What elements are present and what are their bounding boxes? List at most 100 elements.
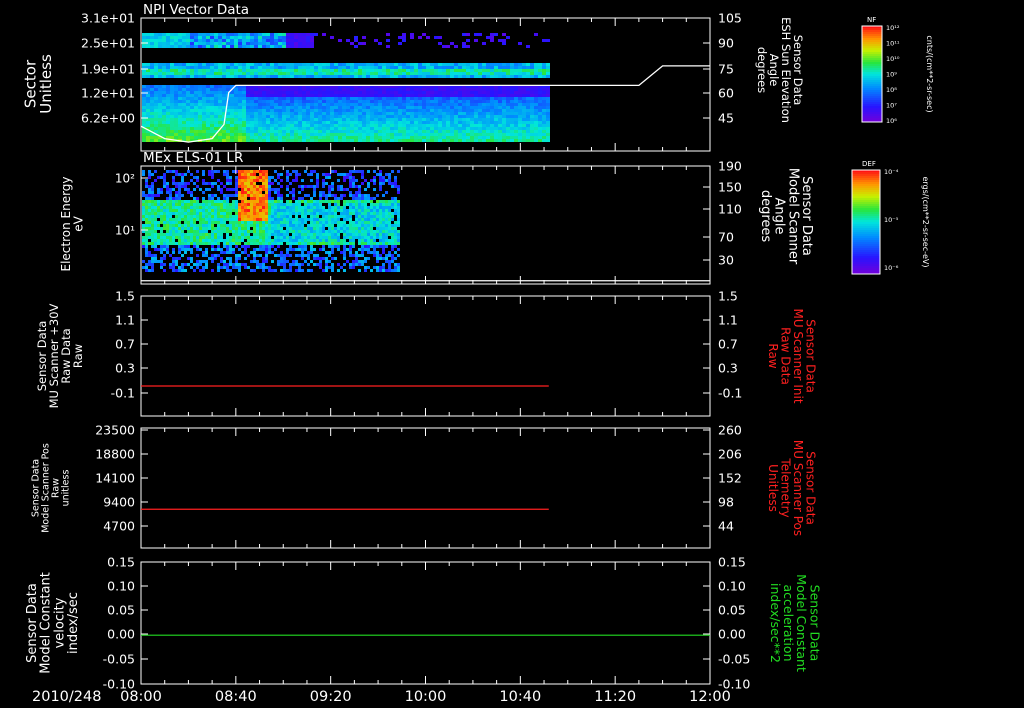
heatmap-cell	[390, 136, 394, 139]
heatmap-cell	[343, 233, 346, 236]
heatmap-cell	[354, 66, 358, 69]
heatmap-cell	[181, 200, 184, 203]
heatmap-cell	[250, 63, 254, 66]
heatmap-cell	[397, 221, 400, 224]
heatmap-cell	[406, 112, 410, 115]
heatmap-cell	[355, 206, 358, 209]
heatmap-cell	[256, 170, 259, 173]
heatmap-cell	[490, 115, 494, 118]
heatmap-cell	[343, 254, 346, 257]
heatmap-cell	[326, 109, 330, 112]
heatmap-cell	[410, 109, 414, 112]
heatmap-cell	[538, 91, 542, 94]
heatmap-cell	[349, 194, 352, 197]
heatmap-cell	[222, 39, 226, 42]
heatmap-cell	[238, 33, 242, 36]
heatmap-cell	[304, 209, 307, 212]
heatmap-cell	[340, 197, 343, 200]
heatmap-cell	[397, 236, 400, 239]
heatmap-cell	[270, 69, 274, 72]
heatmap-cell	[202, 266, 205, 269]
heatmap-cell	[142, 242, 145, 245]
heatmap-cell	[241, 197, 244, 200]
heatmap-cell	[410, 75, 414, 78]
heatmap-cell	[442, 88, 446, 91]
heatmap-cell	[334, 209, 337, 212]
heatmap-cell	[538, 103, 542, 106]
heatmap-cell	[217, 185, 220, 188]
heatmap-cell	[223, 212, 226, 215]
heatmap-cell	[355, 212, 358, 215]
heatmap-cell	[222, 100, 226, 103]
heatmap-cell	[494, 72, 498, 75]
panel1-ytick-4: 6.2e+00	[81, 111, 135, 126]
heatmap-cell	[238, 124, 242, 127]
heatmap-cell	[534, 118, 538, 121]
heatmap-cell	[301, 251, 304, 254]
heatmap-cell	[426, 91, 430, 94]
heatmap-cell	[306, 69, 310, 72]
heatmap-cell	[169, 188, 172, 191]
heatmap-cell	[386, 109, 390, 112]
heatmap-cell	[390, 97, 394, 100]
heatmap-cell	[178, 72, 182, 75]
heatmap-cell	[154, 227, 157, 230]
heatmap-cell	[277, 239, 280, 242]
heatmap-cell	[334, 112, 338, 115]
heatmap-cell	[394, 257, 397, 260]
heatmap-cell	[450, 72, 454, 75]
heatmap-cell	[292, 221, 295, 224]
heatmap-cell	[450, 69, 454, 72]
heatmap-cell	[151, 203, 154, 206]
heatmap-cell	[142, 106, 146, 109]
heatmap-cell	[398, 75, 402, 78]
heatmap-cell	[526, 66, 530, 69]
heatmap-cell	[470, 109, 474, 112]
heatmap-cell	[490, 72, 494, 75]
heatmap-cell	[194, 72, 198, 75]
heatmap-cell	[422, 97, 426, 100]
heatmap-cell	[474, 69, 478, 72]
heatmap-cell	[289, 212, 292, 215]
heatmap-cell	[294, 139, 298, 142]
heatmap-cell	[418, 97, 422, 100]
heatmap-cell	[382, 66, 386, 69]
heatmap-cell	[259, 209, 262, 212]
heatmap-cell	[150, 106, 154, 109]
heatmap-cell	[166, 39, 170, 42]
heatmap-cell	[235, 263, 238, 266]
heatmap-cell	[253, 254, 256, 257]
heatmap-cell	[151, 182, 154, 185]
heatmap-cell	[534, 75, 538, 78]
heatmap-cell	[430, 94, 434, 97]
heatmap-cell	[166, 245, 169, 248]
heatmap-cell	[331, 221, 334, 224]
heatmap-cell	[313, 236, 316, 239]
heatmap-cell	[190, 212, 193, 215]
heatmap-cell	[238, 69, 242, 72]
heatmap-cell	[262, 242, 265, 245]
heatmap-cell	[166, 127, 170, 130]
heatmap-cell	[158, 130, 162, 133]
heatmap-cell	[362, 94, 366, 97]
heatmap-cell	[446, 139, 450, 142]
heatmap-cell	[331, 212, 334, 215]
heatmap-cell	[277, 212, 280, 215]
heatmap-cell	[542, 118, 546, 121]
heatmap-cell	[246, 133, 250, 136]
heatmap-cell	[246, 118, 250, 121]
heatmap-cell	[214, 206, 217, 209]
heatmap-cell	[223, 251, 226, 254]
heatmap-cell	[310, 109, 314, 112]
heatmap-cell	[304, 236, 307, 239]
heatmap-cell	[388, 224, 391, 227]
heatmap-cell	[265, 179, 268, 182]
heatmap-cell	[250, 130, 254, 133]
heatmap-cell	[328, 242, 331, 245]
heatmap-cell	[314, 97, 318, 100]
heatmap-cell	[514, 112, 518, 115]
heatmap-cell	[184, 209, 187, 212]
heatmap-cell	[502, 127, 506, 130]
heatmap-cell	[278, 106, 282, 109]
heatmap-cell	[382, 269, 385, 272]
